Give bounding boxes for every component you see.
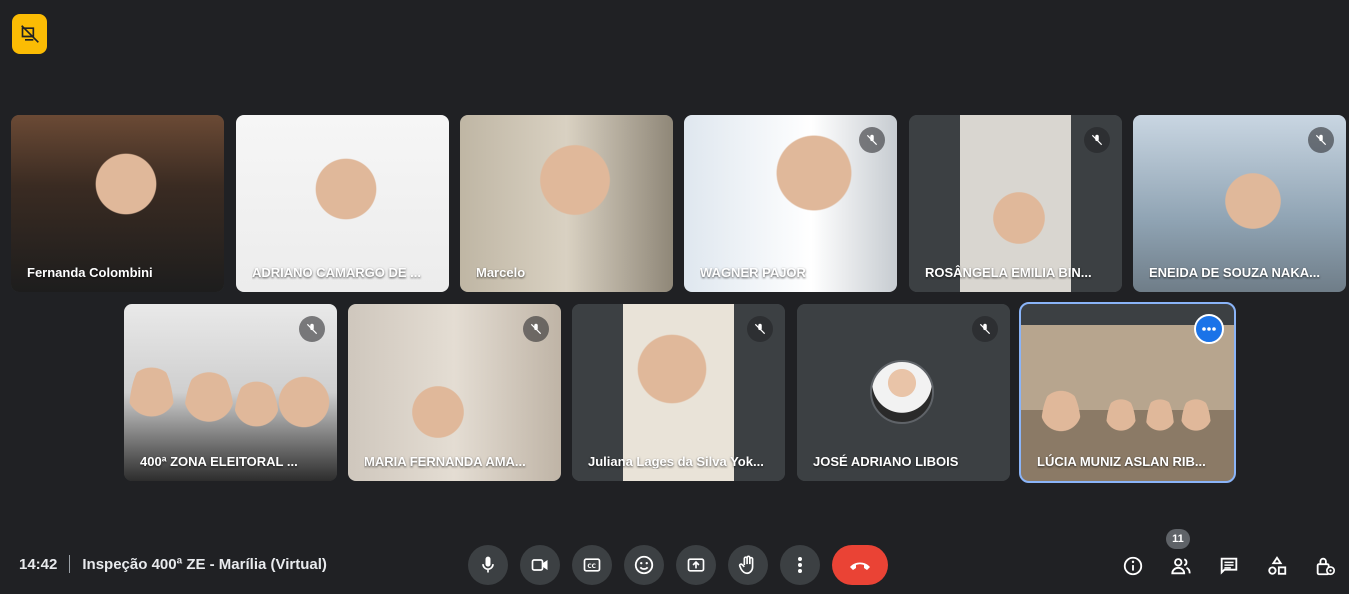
participant-tile[interactable]: MARIA FERNANDA AMA... — [348, 304, 561, 481]
more-options-icon[interactable] — [1194, 314, 1224, 344]
mic-icon — [482, 556, 494, 573]
emoji-button[interactable] — [624, 545, 664, 585]
participant-name: ENEIDA DE SOUZA NAKA... — [1149, 265, 1320, 280]
host-controls-button[interactable] — [1312, 553, 1338, 579]
emoji-icon — [634, 555, 654, 575]
divider — [69, 555, 71, 573]
mic-button[interactable] — [468, 545, 508, 585]
info-button[interactable] — [1120, 553, 1146, 579]
mic-off-icon — [1308, 127, 1334, 153]
participant-name: JOSÉ ADRIANO LIBOIS — [813, 454, 959, 469]
participant-name: ROSÂNGELA EMILIA BIN... — [925, 265, 1092, 280]
activities-button[interactable] — [1264, 553, 1290, 579]
mic-off-icon — [747, 316, 773, 342]
participant-tile-active[interactable]: LÚCIA MUNIZ ASLAN RIB... — [1019, 302, 1236, 483]
host-controls-icon — [1316, 557, 1335, 576]
raise-hand-icon — [738, 555, 754, 575]
participant-tile[interactable]: ROSÂNGELA EMILIA BIN... — [909, 115, 1122, 292]
camera-button[interactable] — [520, 545, 560, 585]
end-call-button[interactable] — [832, 545, 888, 585]
participant-tile[interactable]: ADRIANO CAMARGO DE ... — [236, 115, 449, 292]
participant-name: Fernanda Colombini — [27, 265, 153, 280]
mic-off-icon — [1084, 127, 1110, 153]
participant-grid: Fernanda Colombini ADRIANO CAMARGO DE ..… — [0, 0, 1349, 500]
people-button[interactable]: 11 — [1166, 529, 1194, 579]
participant-tile[interactable]: WAGNER PAJOR — [684, 115, 897, 292]
captions-icon: CC — [583, 558, 601, 572]
participant-name: Marcelo — [476, 265, 526, 280]
more-options-button[interactable] — [780, 545, 820, 585]
chat-button[interactable] — [1216, 553, 1242, 579]
svg-text:CC: CC — [587, 564, 596, 570]
participant-tile[interactable]: Juliana Lages da Silva Yok... — [572, 304, 785, 481]
info-icon — [1123, 556, 1143, 576]
participant-tile[interactable]: Marcelo — [460, 115, 673, 292]
more-vert-icon — [798, 557, 802, 573]
participant-tile[interactable]: ENEIDA DE SOUZA NAKA... — [1133, 115, 1346, 292]
camera-icon — [531, 559, 548, 571]
end-call-icon — [850, 562, 870, 570]
call-controls: CC — [468, 545, 888, 585]
present-button[interactable] — [676, 545, 716, 585]
chat-icon — [1220, 557, 1238, 575]
mic-off-icon — [972, 316, 998, 342]
mic-off-icon — [299, 316, 325, 342]
meeting-time: 14:42 — [19, 555, 58, 573]
mic-off-icon — [523, 316, 549, 342]
participant-name: WAGNER PAJOR — [700, 265, 806, 280]
participant-name: Juliana Lages da Silva Yok... — [588, 454, 764, 469]
captions-button[interactable]: CC — [572, 545, 612, 585]
participant-name: MARIA FERNANDA AMA... — [364, 454, 526, 469]
avatar — [870, 360, 934, 424]
side-panel-tools: 11 — [1120, 529, 1338, 579]
meeting-title: Inspeção 400ª ZE - Marília (Virtual) — [82, 555, 327, 573]
activities-icon — [1268, 556, 1287, 575]
participant-name: LÚCIA MUNIZ ASLAN RIB... — [1037, 454, 1206, 469]
meeting-info: 14:42 Inspeção 400ª ZE - Marília (Virtua… — [19, 555, 327, 573]
bottom-bar: 14:42 Inspeção 400ª ZE - Marília (Virtua… — [0, 529, 1349, 594]
mic-off-icon — [859, 127, 885, 153]
participant-name: ADRIANO CAMARGO DE ... — [252, 265, 421, 280]
present-icon — [687, 558, 705, 572]
participant-tile[interactable]: JOSÉ ADRIANO LIBOIS — [797, 304, 1010, 481]
people-count-badge: 11 — [1166, 529, 1190, 549]
participant-tile[interactable]: 400ª ZONA ELEITORAL ... — [124, 304, 337, 481]
participant-name: 400ª ZONA ELEITORAL ... — [140, 454, 298, 469]
participant-tile[interactable]: Fernanda Colombini — [11, 115, 224, 292]
people-icon — [1171, 558, 1191, 575]
raise-hand-button[interactable] — [728, 545, 768, 585]
